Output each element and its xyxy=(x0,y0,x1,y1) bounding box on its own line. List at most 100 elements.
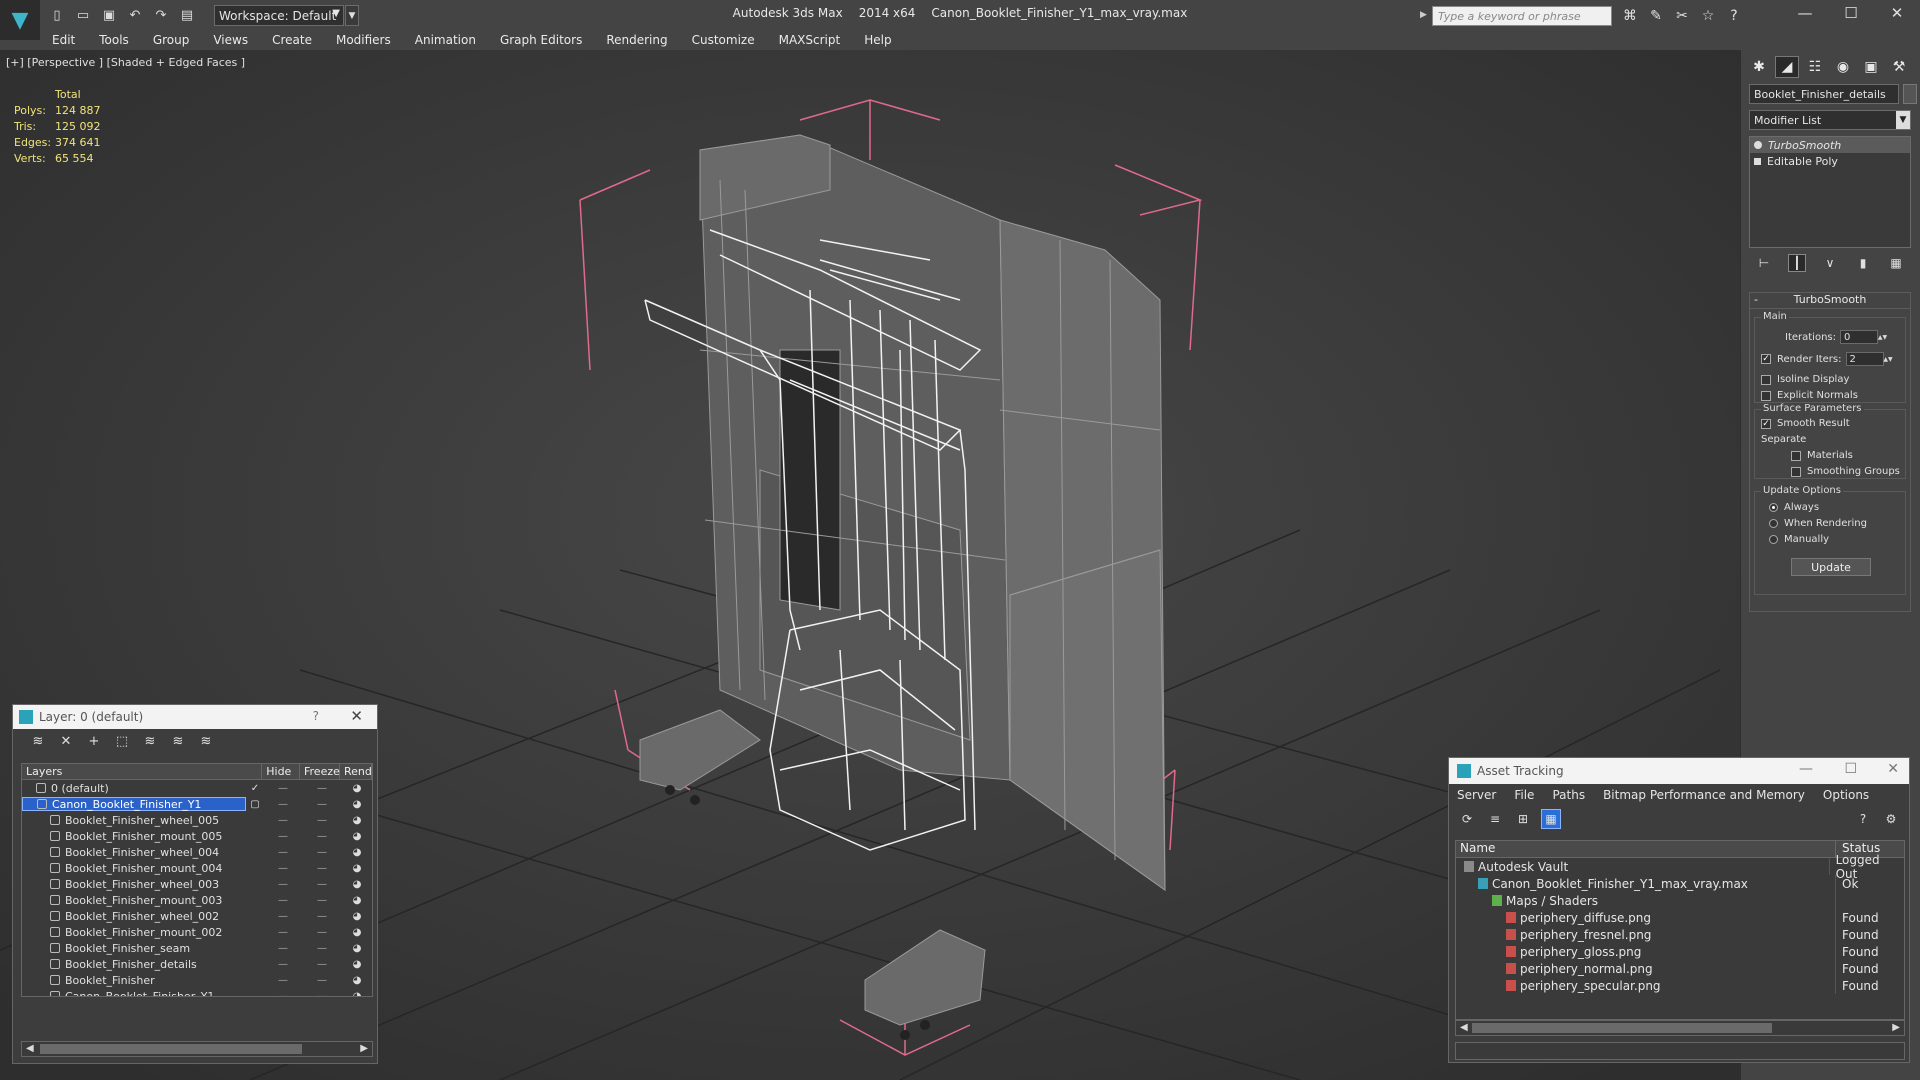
asset-row[interactable]: Autodesk Vault Logged Out xyxy=(1456,853,1904,881)
communication-icon[interactable]: ✂ xyxy=(1672,6,1692,26)
list-view-icon[interactable]: ≡ xyxy=(1485,809,1505,829)
binoculars-icon[interactable]: ⌘ xyxy=(1620,6,1640,26)
render-teapot-icon[interactable]: ◕ xyxy=(342,895,372,906)
workspace-select[interactable]: Workspace: Default ▼ xyxy=(214,5,344,26)
active-layer-toggle[interactable]: ✓ xyxy=(246,783,264,794)
render-teapot-icon[interactable]: ◕ xyxy=(342,799,372,810)
redo-icon[interactable]: ↷ xyxy=(150,4,172,26)
explicit-normals-checkbox[interactable] xyxy=(1761,390,1771,401)
hide-all-layers-icon[interactable]: ≋ xyxy=(169,732,187,750)
manually-radio[interactable] xyxy=(1769,535,1778,544)
menu-help[interactable]: Help xyxy=(852,33,903,47)
layer-row[interactable]: Booklet_Finisher_mount_004— — ◕ xyxy=(22,860,372,876)
menu-customize[interactable]: Customize xyxy=(680,33,767,47)
make-unique-icon[interactable]: ∨ xyxy=(1821,254,1839,272)
active-layer-toggle[interactable]: ▢ xyxy=(246,799,264,810)
render-teapot-icon[interactable]: ◕ xyxy=(342,943,372,954)
favorites-star-icon[interactable]: ☆ xyxy=(1698,6,1718,26)
layer-row[interactable]: Booklet_Finisher_wheel_005— — ◕ xyxy=(22,812,372,828)
table-view-icon[interactable]: ▦ xyxy=(1541,809,1561,829)
rollout-header[interactable]: - TurboSmooth xyxy=(1750,293,1910,309)
render-teapot-icon[interactable]: ◕ xyxy=(342,847,372,858)
spinner-arrows-icon[interactable]: ▲▼ xyxy=(1878,330,1887,344)
hide-toggle[interactable]: — xyxy=(264,927,302,938)
tree-view-icon[interactable]: ⊞ xyxy=(1513,809,1533,829)
hide-toggle[interactable]: — xyxy=(264,799,302,810)
lightbulb-icon[interactable] xyxy=(1754,141,1762,149)
column-render[interactable]: Rend xyxy=(340,764,372,779)
menu-create[interactable]: Create xyxy=(260,33,324,47)
menu-file[interactable]: File xyxy=(1514,788,1534,802)
layer-row[interactable]: Booklet_Finisher_wheel_003— — ◕ xyxy=(22,876,372,892)
update-button[interactable]: Update xyxy=(1791,558,1871,576)
freeze-toggle[interactable]: — xyxy=(302,831,342,842)
hide-toggle[interactable]: — xyxy=(264,783,302,794)
add-to-layer-icon[interactable]: + xyxy=(85,732,103,750)
iterations-spinner[interactable]: 0 xyxy=(1840,330,1878,344)
asset-row[interactable]: periphery_specular.png Found xyxy=(1456,977,1904,994)
freeze-toggle[interactable]: — xyxy=(302,847,342,858)
freeze-toggle[interactable]: — xyxy=(302,799,342,810)
layer-row[interactable]: Booklet_Finisher_mount_003— — ◕ xyxy=(22,892,372,908)
help-icon[interactable]: ? xyxy=(1853,809,1873,829)
scroll-thumb[interactable] xyxy=(40,1044,302,1054)
layer-row[interactable]: 0 (default) ✓ — — ◕ xyxy=(22,780,372,796)
help-icon[interactable]: ? xyxy=(313,709,319,723)
render-teapot-icon[interactable]: ◕ xyxy=(342,815,372,826)
isoline-checkbox[interactable] xyxy=(1761,374,1771,385)
smooth-result-checkbox[interactable]: ✓ xyxy=(1761,418,1771,429)
render-teapot-icon[interactable]: ◕ xyxy=(342,911,372,922)
menu-group[interactable]: Group xyxy=(141,33,202,47)
scroll-left-icon[interactable]: ◀ xyxy=(26,1043,34,1054)
freeze-toggle[interactable]: — xyxy=(302,879,342,890)
menu-views[interactable]: Views xyxy=(201,33,260,47)
close-icon[interactable]: ✕ xyxy=(350,707,363,725)
always-radio[interactable] xyxy=(1769,503,1778,512)
utilities-tab-icon[interactable]: ⚒ xyxy=(1887,56,1911,78)
hide-toggle[interactable]: — xyxy=(264,831,302,842)
freeze-toggle[interactable]: — xyxy=(302,943,342,954)
freeze-toggle[interactable]: — xyxy=(302,783,342,794)
close-button[interactable]: ✕ xyxy=(1874,0,1920,26)
configure-modifier-sets-icon[interactable]: ▦ xyxy=(1887,254,1905,272)
menu-server[interactable]: Server xyxy=(1457,788,1496,802)
freeze-toggle[interactable]: — xyxy=(302,959,342,970)
layer-row[interactable]: Booklet_Finisher_mount_005— — ◕ xyxy=(22,828,372,844)
materials-checkbox[interactable] xyxy=(1791,450,1801,461)
refresh-icon[interactable]: ⟳ xyxy=(1457,809,1477,829)
layer-row[interactable]: Booklet_Finisher_seam — — ◕ xyxy=(22,940,372,956)
scroll-right-icon[interactable]: ▶ xyxy=(1892,1022,1900,1033)
hide-toggle[interactable]: — xyxy=(264,815,302,826)
show-end-result-icon[interactable]: ┃ xyxy=(1788,254,1806,272)
layer-row[interactable]: Booklet_Finisher_wheel_002— — ◕ xyxy=(22,908,372,924)
asset-row[interactable]: periphery_fresnel.png Found xyxy=(1456,926,1904,943)
modifier-list-dropdown[interactable]: Modifier List ▼ xyxy=(1749,110,1911,130)
asset-row[interactable]: periphery_diffuse.png Found xyxy=(1456,909,1904,926)
viewport-label-menu[interactable]: [+] [Perspective ] [Shaded + Edged Faces… xyxy=(6,56,245,69)
hide-toggle[interactable]: — xyxy=(264,943,302,954)
layer-row[interactable]: Booklet_Finisher_wheel_004— — ◕ xyxy=(22,844,372,860)
hide-toggle[interactable]: — xyxy=(264,911,302,922)
spinner-arrows-icon[interactable]: ▲▼ xyxy=(1883,352,1892,366)
hide-toggle[interactable]: — xyxy=(264,863,302,874)
workspace-menu-button[interactable]: ▼ xyxy=(345,5,359,26)
open-file-icon[interactable]: ▭ xyxy=(72,4,94,26)
asset-panel-titlebar[interactable]: Asset Tracking — ☐ ✕ xyxy=(1449,758,1909,784)
menu-animation[interactable]: Animation xyxy=(403,33,488,47)
render-teapot-icon[interactable]: ◕ xyxy=(342,863,372,874)
app-logo-button[interactable]: ▼ xyxy=(0,0,40,40)
menu-options[interactable]: Options xyxy=(1823,788,1869,802)
render-teapot-icon[interactable]: ◕ xyxy=(342,927,372,938)
search-expand-icon[interactable]: ▶ xyxy=(1420,10,1427,20)
select-objects-icon[interactable]: ⬚ xyxy=(113,732,131,750)
render-teapot-icon[interactable]: ◕ xyxy=(342,831,372,842)
maximize-icon[interactable]: ☐ xyxy=(1844,761,1857,777)
render-teapot-icon[interactable]: ◕ xyxy=(342,879,372,890)
project-folder-icon[interactable]: ▤ xyxy=(176,4,198,26)
save-icon[interactable]: ▣ xyxy=(98,4,120,26)
minimize-button[interactable]: — xyxy=(1782,0,1828,26)
object-name-field[interactable]: Booklet_Finisher_details xyxy=(1749,84,1899,104)
maximize-button[interactable]: ☐ xyxy=(1828,0,1874,26)
render-teapot-icon[interactable]: ◕ xyxy=(342,991,372,997)
freeze-toggle[interactable]: — xyxy=(302,991,342,997)
